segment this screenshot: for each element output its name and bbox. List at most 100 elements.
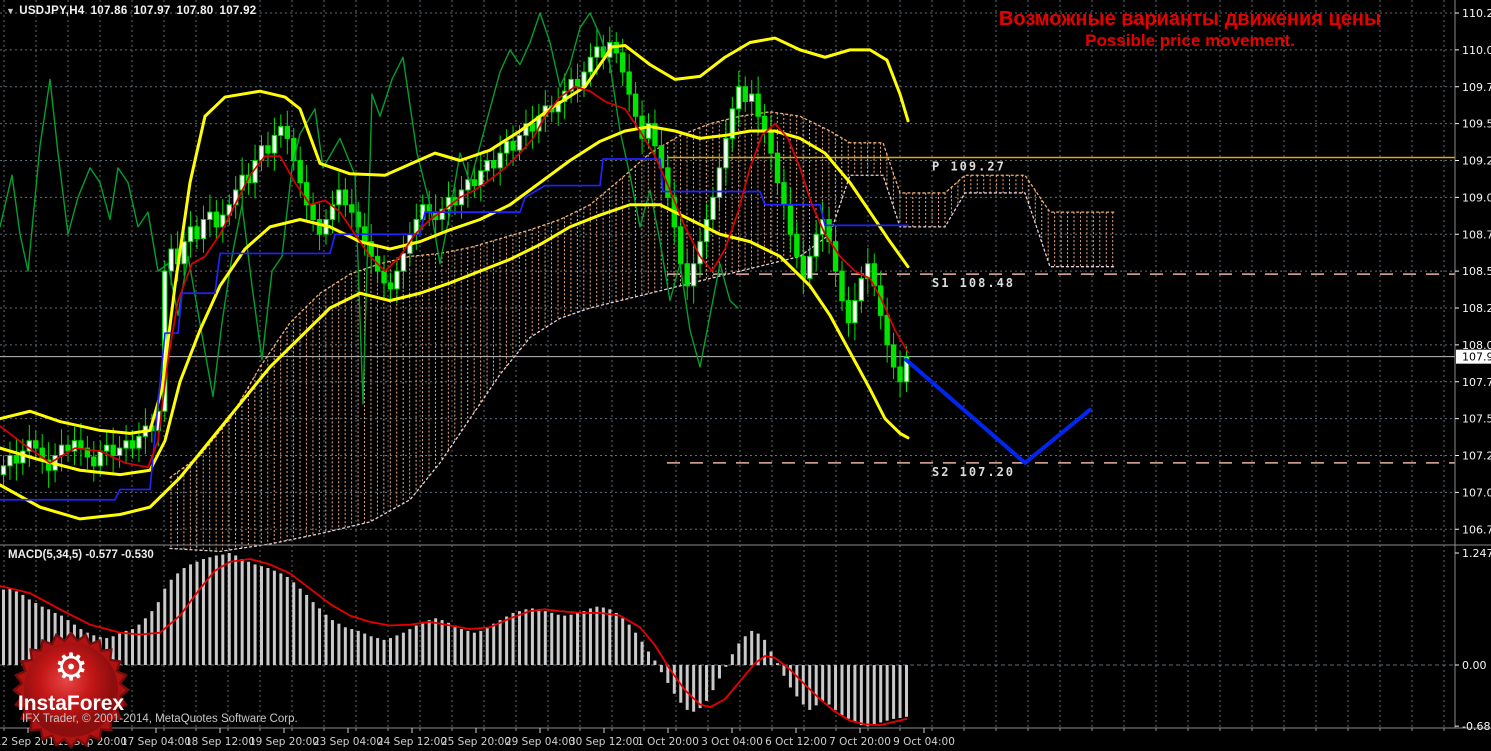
macd-histogram-bar: [221, 554, 225, 665]
macd-histogram-bar: [201, 559, 205, 665]
candle-body: [890, 344, 897, 368]
macd-histogram-bar: [511, 612, 515, 665]
macd-histogram-bar: [189, 564, 193, 665]
macd-histogram-bar: [498, 620, 502, 665]
macd-histogram-bar: [421, 621, 425, 665]
chevron-down-icon[interactable]: ▼: [6, 6, 15, 16]
candle-body: [478, 170, 484, 187]
price-tick-label: 108.50: [1462, 265, 1491, 278]
candle-body: [97, 450, 103, 467]
candle-body: [213, 211, 220, 228]
macd-histogram-bar: [447, 622, 451, 665]
date-label: 24 Sep 12:00: [377, 736, 447, 748]
candle-body: [736, 86, 742, 110]
macd-histogram-bar: [143, 618, 147, 665]
macd-histogram-bar: [195, 561, 199, 665]
macd-histogram-bar: [859, 665, 863, 726]
candle-body: [284, 126, 291, 139]
candle-body: [207, 211, 213, 220]
candle-body: [503, 140, 510, 154]
macd-histogram-bar: [872, 665, 876, 725]
macd-histogram-bar: [356, 630, 360, 665]
candle-body: [703, 219, 710, 243]
macd-histogram-bar: [518, 611, 521, 665]
candle-body: [65, 444, 71, 452]
price-tick-label: 109.75: [1462, 81, 1491, 94]
annotation-english: Possible price movement.: [1085, 31, 1295, 50]
macd-histogram-bar: [260, 566, 263, 665]
macd-histogram-bar: [750, 630, 754, 665]
macd-histogram-bar: [898, 665, 902, 718]
candle-body: [781, 182, 787, 206]
pivot-label: S2 107.20: [932, 465, 1015, 479]
price-chart-canvas[interactable]: P 109.27 S1 108.48 S2 107.20 110.25 110.00 10…: [0, 0, 1491, 751]
macd-histogram-bar: [840, 665, 844, 716]
candle-body: [510, 140, 516, 151]
candle-body: [187, 226, 194, 243]
macd-histogram-bar: [337, 623, 341, 665]
candle-body: [110, 444, 116, 456]
candle-body: [316, 219, 323, 235]
price-tick-label: 109.00: [1462, 191, 1491, 204]
macd-histogram-bar: [569, 614, 573, 665]
price-tick-label: 110.00: [1462, 44, 1491, 57]
candle-body: [0, 465, 7, 476]
trading-terminal-chart: P 109.27 S1 108.48 S2 107.20 110.25 110.00 10…: [0, 0, 1491, 751]
macd-histogram-bar: [318, 608, 322, 665]
macd-histogram-bar: [698, 665, 702, 709]
candle-body: [297, 160, 303, 184]
macd-histogram-bar: [472, 632, 476, 665]
candle-body: [381, 270, 387, 284]
candle-body: [78, 440, 84, 449]
candle-body: [723, 137, 729, 169]
macd-histogram-bar: [530, 608, 534, 665]
macd-histogram-bar: [608, 609, 612, 665]
macd-histogram-bar: [453, 625, 457, 665]
candle-body: [271, 134, 278, 154]
candle-body: [484, 160, 490, 172]
symbol-label: USDJPY,H4: [19, 5, 85, 17]
macd-histogram-bar: [563, 615, 567, 665]
price-tick-label: 108.75: [1462, 228, 1491, 241]
price-tick-label: 107.75: [1462, 376, 1491, 389]
macd-histogram-bar: [885, 665, 889, 721]
macd-histogram-bar: [440, 620, 444, 665]
macd-histogram-bar: [601, 607, 605, 665]
macd-histogram-bar: [279, 573, 283, 665]
macd-histogram-bar: [330, 620, 334, 665]
candle-body: [897, 366, 903, 383]
macd-histogram-bar: [208, 557, 212, 665]
macd-histogram-bar: [724, 665, 728, 667]
candle-body: [471, 179, 478, 187]
macd-histogram-bar: [672, 665, 676, 694]
macd-histogram-bar: [305, 594, 309, 665]
macd-histogram-bar: [821, 665, 825, 701]
candle-body: [181, 241, 187, 265]
candle-body: [839, 270, 845, 302]
macd-tick-label: 0.00: [1462, 659, 1487, 672]
instaforex-logo-badge: ⚙ InstaForex: [12, 632, 130, 749]
candle-body: [749, 93, 755, 102]
macd-histogram-bar: [285, 576, 289, 665]
candle-body: [13, 455, 20, 464]
macd-histogram-bar: [227, 553, 231, 665]
candle-body: [774, 152, 781, 184]
macd-histogram-bar: [595, 606, 599, 665]
candle-body: [620, 52, 626, 73]
candle-body: [194, 226, 200, 240]
candle-body: [349, 204, 355, 213]
macd-histogram-bar: [247, 561, 251, 665]
macd-histogram-bar: [408, 629, 412, 665]
macd-histogram-bar: [363, 633, 367, 665]
macd-histogram-bar: [311, 602, 315, 665]
candle-body: [200, 219, 207, 240]
macd-histogram-bar: [743, 636, 747, 665]
candle-body: [845, 300, 852, 324]
candle-body: [768, 130, 774, 154]
candle-body: [491, 160, 497, 169]
macd-tick-label: -0.681: [1462, 720, 1491, 733]
candle-body: [33, 440, 39, 449]
macd-histogram-bar: [627, 624, 631, 665]
high-value: 107.97: [133, 5, 171, 17]
candle-body: [807, 255, 813, 279]
